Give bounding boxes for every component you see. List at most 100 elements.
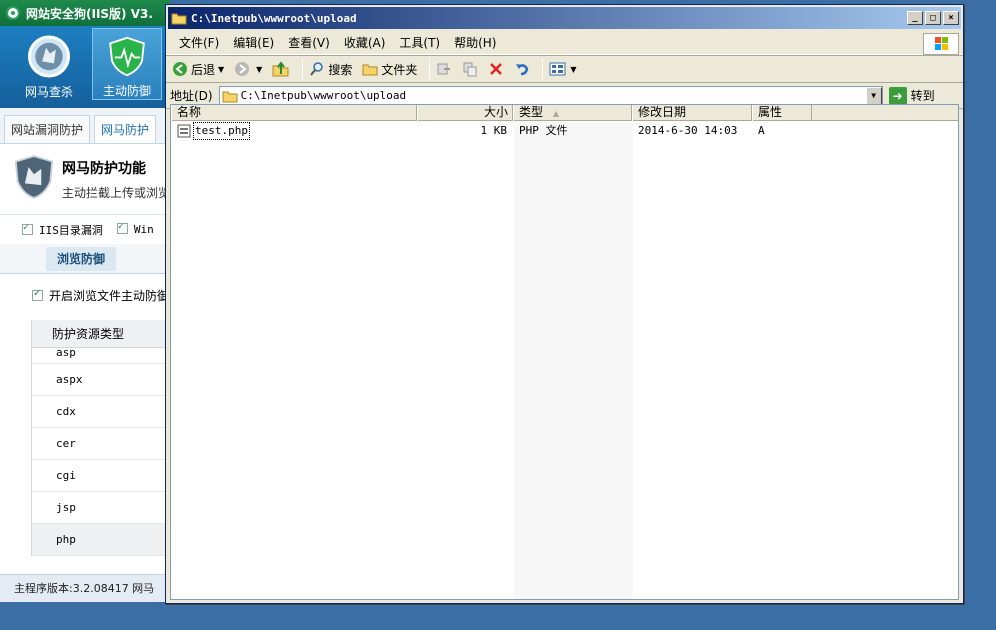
safedog-logo-icon: [6, 6, 20, 20]
chevron-down-icon[interactable]: ▼: [570, 65, 576, 74]
menu-bar: 文件(F) 编辑(E) 查看(V) 收藏(A) 工具(T) 帮助(H): [166, 31, 963, 55]
undo-button[interactable]: [512, 57, 532, 81]
column-modified[interactable]: 修改日期: [632, 105, 752, 121]
safedog-titlebar[interactable]: 网站安全狗(IIS版) V3.: [0, 0, 170, 26]
check-win-label: Win: [133, 223, 154, 236]
subtab-browse-defense[interactable]: 浏览防御: [46, 246, 117, 271]
protection-desc: 主动拦截上传或浏览: [61, 186, 170, 200]
active-defense-button[interactable]: 主动防御: [92, 28, 162, 100]
delete-x-icon: [490, 63, 503, 75]
toolbar-separator: [302, 59, 304, 79]
table-row[interactable]: php: [32, 524, 170, 556]
copy-to-button[interactable]: [460, 57, 480, 81]
table-row[interactable]: cgi: [32, 460, 170, 492]
protection-title: 网马防护功能: [61, 161, 146, 177]
active-defense-label: 主动防御: [102, 84, 151, 98]
menu-file[interactable]: 文件(F): [172, 34, 226, 51]
sorted-column-highlight: [514, 122, 633, 599]
safedog-tabs: 网站漏洞防护 网马防护: [0, 108, 170, 144]
forward-button[interactable]: ▼: [232, 57, 264, 81]
undo-icon: [516, 64, 529, 76]
table-row[interactable]: cdx: [32, 396, 170, 428]
copy-to-icon: [463, 62, 477, 77]
back-button[interactable]: 后退 ▼: [170, 57, 226, 81]
menu-help[interactable]: 帮助(H): [447, 34, 503, 51]
folders-icon: [362, 64, 378, 76]
views-icon: [549, 62, 566, 76]
address-label: 地址(D): [170, 89, 213, 103]
explorer-title: C:\Inetpub\wwwroot\upload: [191, 11, 357, 25]
check-win[interactable]: Win: [116, 221, 154, 236]
table-row[interactable]: jsp: [32, 492, 170, 524]
delete-button[interactable]: [486, 57, 506, 81]
trojan-scan-label: 网马查杀: [24, 85, 73, 99]
folder-icon: [222, 91, 238, 102]
chevron-down-icon[interactable]: ▼: [218, 65, 224, 74]
file-list[interactable]: 名称 大小 类型 ▲ 修改日期 属性 test.php 1 KB PHP 文件 2…: [170, 104, 959, 600]
php-file-icon: [177, 124, 191, 138]
safedog-window: 网站安全狗(IIS版) V3. 网马查杀 主动防御 网站漏洞防护 网马防护 网马…: [0, 0, 170, 602]
trojan-scan-button[interactable]: 网马查杀: [14, 28, 84, 100]
column-attributes[interactable]: 属性: [752, 105, 812, 121]
file-type: PHP 文件: [519, 124, 568, 137]
checkbox-checked-icon: [32, 288, 43, 301]
file-list-header: 名称 大小 类型 ▲ 修改日期 属性: [171, 105, 958, 121]
enable-label: 开启浏览文件主动防御: [49, 288, 170, 303]
close-button[interactable]: ×: [943, 11, 959, 25]
table-row[interactable]: cer: [32, 428, 170, 460]
menu-view[interactable]: 查看(V): [281, 34, 337, 51]
search-button[interactable]: 搜索: [307, 57, 354, 81]
explorer-titlebar[interactable]: C:\Inetpub\wwwroot\upload _ □ ×: [168, 7, 961, 29]
folder-icon: [171, 13, 187, 25]
back-label: 后退: [191, 62, 216, 77]
file-attributes: A: [758, 124, 765, 137]
enable-browse-defense[interactable]: 开启浏览文件主动防御: [0, 274, 170, 316]
menu-favorites[interactable]: 收藏(A): [337, 34, 393, 51]
safedog-status-bar: 主程序版本:3.2.08417 网马: [0, 574, 170, 602]
search-label: 搜索: [328, 62, 353, 77]
checkbox-checked-icon: [22, 222, 33, 235]
defense-subtabs: 浏览防御: [0, 244, 170, 274]
column-type[interactable]: 类型 ▲: [513, 105, 632, 121]
address-dropdown-button[interactable]: ▼: [865, 86, 882, 105]
dog-shield-icon: [14, 155, 54, 199]
views-button[interactable]: ▼: [547, 57, 578, 81]
check-iis-dir-vuln[interactable]: IIS目录漏洞: [22, 222, 103, 238]
explorer-window: C:\Inetpub\wwwroot\upload _ □ × 文件(F) 编辑…: [165, 4, 964, 604]
minimize-button[interactable]: _: [907, 11, 923, 25]
tab-trojan-protection[interactable]: 网马防护: [94, 115, 157, 143]
toolbar-separator: [429, 59, 431, 79]
resource-type-table: 防护资源类型 asp aspx cdx cer cgi jsp php: [31, 320, 170, 556]
column-type-label: 类型: [519, 105, 544, 119]
go-button[interactable]: ➜ 转到: [888, 86, 935, 105]
vuln-checks: IIS目录漏洞 Win: [0, 214, 170, 244]
search-icon: [310, 62, 324, 76]
column-size[interactable]: 大小: [417, 105, 513, 121]
chevron-down-icon[interactable]: ▼: [256, 65, 262, 74]
column-name[interactable]: 名称: [171, 105, 417, 121]
safedog-toolbar: 网马查杀 主动防御: [0, 26, 170, 108]
up-folder-button[interactable]: [270, 57, 292, 81]
go-label: 转到: [910, 89, 935, 103]
toolbar-separator: [542, 59, 544, 79]
menu-edit[interactable]: 编辑(E): [226, 34, 281, 51]
shield-icon: [109, 36, 145, 77]
address-input[interactable]: C:\Inetpub\wwwroot\upload ▼: [218, 85, 883, 106]
standard-toolbar: 后退 ▼ ▼ 搜索 文件夹 ▼: [166, 55, 963, 83]
tab-site-vuln-protection[interactable]: 网站漏洞防护: [4, 115, 91, 143]
safedog-title: 网站安全狗(IIS版) V3.: [26, 6, 153, 21]
check-iis-label: IIS目录漏洞: [39, 223, 103, 237]
maximize-button[interactable]: □: [925, 11, 941, 25]
sort-ascending-icon: ▲: [553, 109, 560, 118]
table-row[interactable]: asp: [32, 348, 170, 364]
move-to-button[interactable]: [434, 57, 454, 81]
address-value: C:\Inetpub\wwwroot\upload: [240, 89, 407, 102]
table-row[interactable]: aspx: [32, 364, 170, 396]
folders-label: 文件夹: [381, 62, 418, 77]
dog-scan-icon: [27, 35, 71, 78]
folders-button[interactable]: 文件夹: [360, 57, 419, 81]
resource-type-header: 防护资源类型: [32, 320, 170, 348]
forward-arrow-icon: [235, 62, 250, 76]
table-row[interactable]: test.php 1 KB PHP 文件 2014-6-30 14:03 A: [171, 122, 812, 140]
menu-tools[interactable]: 工具(T): [392, 34, 447, 51]
